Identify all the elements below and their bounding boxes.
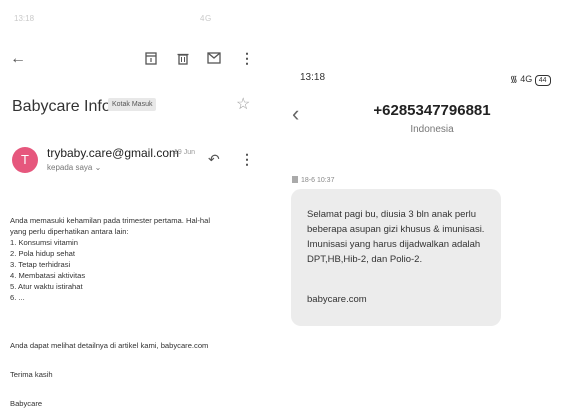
list-item: 6. ... xyxy=(10,293,25,302)
contact-country: Indonesia xyxy=(410,124,454,135)
message-line: DPT,HB,Hib-2, dan Polio-2. xyxy=(307,254,423,265)
reply-icon[interactable]: ↶ xyxy=(208,152,220,166)
email-screen: 13:18 4G ← ⋮ Babycare Info Kotak Masuk ☆… xyxy=(0,0,270,412)
trash-icon[interactable] xyxy=(177,52,189,67)
sender-email: trybaby.care@gmail.com xyxy=(47,146,179,160)
inbox-label[interactable]: Kotak Masuk xyxy=(108,98,157,111)
back-arrow-icon[interactable]: ← xyxy=(10,51,26,67)
status-network: 4G xyxy=(200,14,212,23)
list-item: 1. Konsumsi vitamin xyxy=(10,238,78,247)
recipient[interactable]: kepada saya ⌄ xyxy=(47,163,101,172)
message-line: beberapa asupan gizi khusus & imunisasi. xyxy=(307,224,485,235)
thanks-line: Terima kasih xyxy=(10,370,53,379)
body-intro: yang perlu diperhatikan antara lain: xyxy=(10,227,129,236)
more-vert-icon[interactable]: ⋮ xyxy=(240,152,254,166)
status-time: 13:18 xyxy=(300,72,326,83)
list-item: 3. Tetap terhidrasi xyxy=(10,260,71,269)
archive-icon[interactable] xyxy=(145,52,157,67)
message-line: Imunisasi yang harus dijadwalkan adalah xyxy=(307,239,481,250)
recipient-label: kepada saya xyxy=(47,163,93,172)
message-line: Selamat pagi bu, diusia 3 bln anak perlu xyxy=(307,209,477,220)
mail-icon[interactable] xyxy=(207,52,221,66)
signal-icon: ᯾ xyxy=(510,74,518,84)
signature: Babycare xyxy=(10,399,43,408)
body-intro: Anda memasuki kehamilan pada trimester p… xyxy=(10,216,211,225)
star-icon[interactable]: ☆ xyxy=(236,94,250,114)
email-subject: Babycare Info xyxy=(12,98,111,115)
sms-screen: 13:18 ᯾ 4G 44 ‹ +6285347796881 Indonesia… xyxy=(282,0,582,412)
list-item: 2. Pola hidup sehat xyxy=(10,249,76,258)
status-bar-right: ᯾ 4G 44 xyxy=(510,72,551,86)
more-vert-icon[interactable]: ⋮ xyxy=(240,51,254,65)
status-time: 13:18 xyxy=(14,14,35,23)
battery-icon: 44 xyxy=(534,75,551,86)
message-bubble[interactable]: Selamat pagi bu, diusia 3 bln anak perlu… xyxy=(291,189,501,326)
email-date: 19 Jun xyxy=(174,149,196,156)
closing-line: Anda dapat melihat detailnya di artikel … xyxy=(10,341,209,350)
chevron-down-icon: ⌄ xyxy=(94,163,102,172)
status-network: 4G xyxy=(520,74,533,84)
email-body: Anda memasuki kehamilan pada trimester p… xyxy=(10,215,268,303)
message-link[interactable]: babycare.com xyxy=(307,294,367,305)
list-item: 4. Membatasi aktivitas xyxy=(10,271,86,280)
avatar[interactable]: T xyxy=(12,147,38,173)
list-item: 5. Atur waktu istirahat xyxy=(10,282,83,291)
sim-icon xyxy=(292,176,298,183)
message-text: Selamat pagi bu, diusia 3 bln anak perlu… xyxy=(307,207,507,267)
contact-phone: +6285347796881 xyxy=(373,102,491,119)
timestamp-text: 18-6 10:37 xyxy=(301,177,335,184)
message-timestamp: 18-6 10:37 xyxy=(292,176,334,184)
